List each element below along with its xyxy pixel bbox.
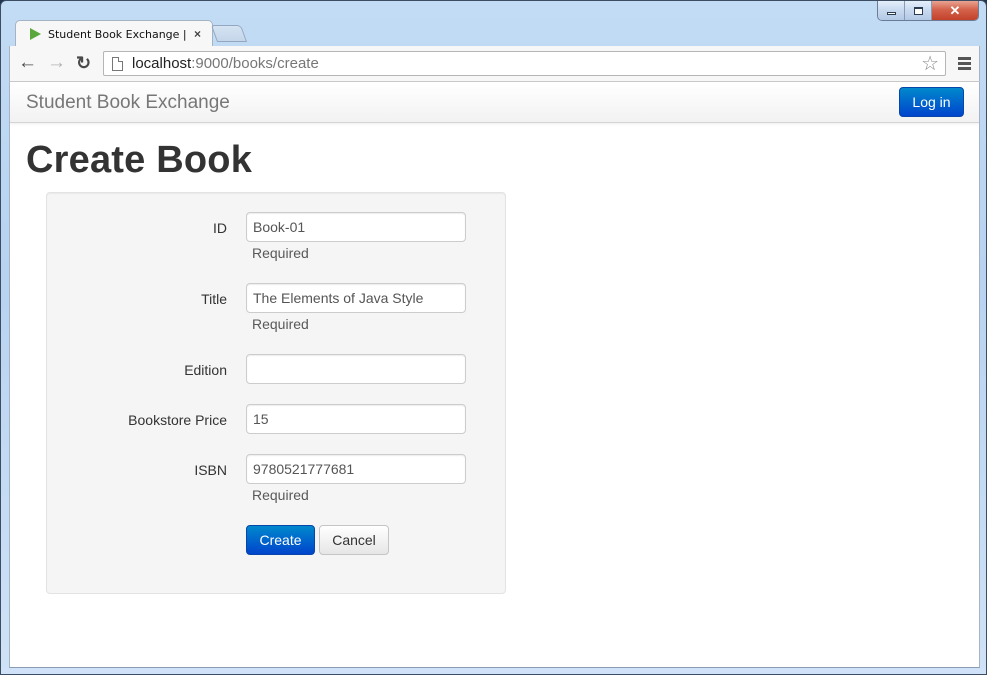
title-help-text: Required bbox=[252, 316, 309, 332]
back-arrow-icon[interactable]: ← bbox=[18, 53, 37, 73]
title-input[interactable] bbox=[246, 283, 466, 313]
isbn-label: ISBN bbox=[194, 462, 227, 478]
page-icon bbox=[112, 56, 123, 71]
close-icon: ✕ bbox=[949, 2, 961, 18]
maximize-icon bbox=[913, 6, 923, 15]
page-title: Create Book bbox=[26, 139, 253, 181]
edition-input[interactable] bbox=[246, 354, 466, 384]
window-controls: ✕ bbox=[877, 1, 979, 21]
minimize-icon bbox=[886, 11, 896, 15]
create-book-form: ID Required Title Required Edition Books… bbox=[46, 192, 506, 594]
site-navbar: Student Book Exchange Log in bbox=[10, 82, 979, 123]
login-button[interactable]: Log in bbox=[899, 87, 964, 117]
isbn-input[interactable] bbox=[246, 454, 466, 484]
cancel-button[interactable]: Cancel bbox=[319, 525, 389, 555]
bookmark-star-icon[interactable]: ☆ bbox=[921, 53, 939, 75]
bookstore-price-input[interactable] bbox=[246, 404, 466, 434]
address-bar[interactable]: localhost:9000/books/create ☆ bbox=[103, 51, 946, 76]
url-host: localhost bbox=[132, 55, 192, 72]
tab-title: Student Book Exchange | C bbox=[48, 27, 188, 41]
brand-link[interactable]: Student Book Exchange bbox=[26, 92, 230, 114]
menu-bar bbox=[958, 62, 971, 65]
close-window-button[interactable]: ✕ bbox=[932, 1, 978, 20]
title-label: Title bbox=[201, 291, 227, 307]
minimize-button[interactable] bbox=[878, 1, 905, 20]
id-input[interactable] bbox=[246, 212, 466, 242]
browser-menu-icon[interactable] bbox=[958, 57, 971, 70]
maximize-button[interactable] bbox=[905, 1, 932, 20]
create-button[interactable]: Create bbox=[246, 525, 315, 555]
browser-toolbar: ← → ↻ localhost:9000/books/create ☆ bbox=[9, 46, 980, 82]
tab-student-book-exchange[interactable]: Student Book Exchange | C × bbox=[15, 20, 213, 47]
browser-window: ✕ Student Book Exchange | C × ← → ↻ loca… bbox=[0, 0, 987, 675]
id-help-text: Required bbox=[252, 245, 309, 261]
play-favicon-icon bbox=[30, 28, 41, 40]
menu-bar bbox=[958, 57, 971, 60]
isbn-help-text: Required bbox=[252, 487, 309, 503]
page-viewport: Student Book Exchange Log in Create Book… bbox=[9, 82, 980, 668]
edition-label: Edition bbox=[184, 362, 227, 378]
tab-close-icon[interactable]: × bbox=[194, 27, 201, 41]
new-tab-button[interactable] bbox=[210, 25, 248, 42]
forward-arrow-icon[interactable]: → bbox=[47, 53, 66, 73]
url-path: :9000/books/create bbox=[191, 55, 319, 72]
menu-bar bbox=[958, 67, 971, 70]
id-label: ID bbox=[213, 220, 227, 236]
reload-icon[interactable]: ↻ bbox=[76, 53, 91, 73]
bookstore-price-label: Bookstore Price bbox=[128, 412, 227, 428]
